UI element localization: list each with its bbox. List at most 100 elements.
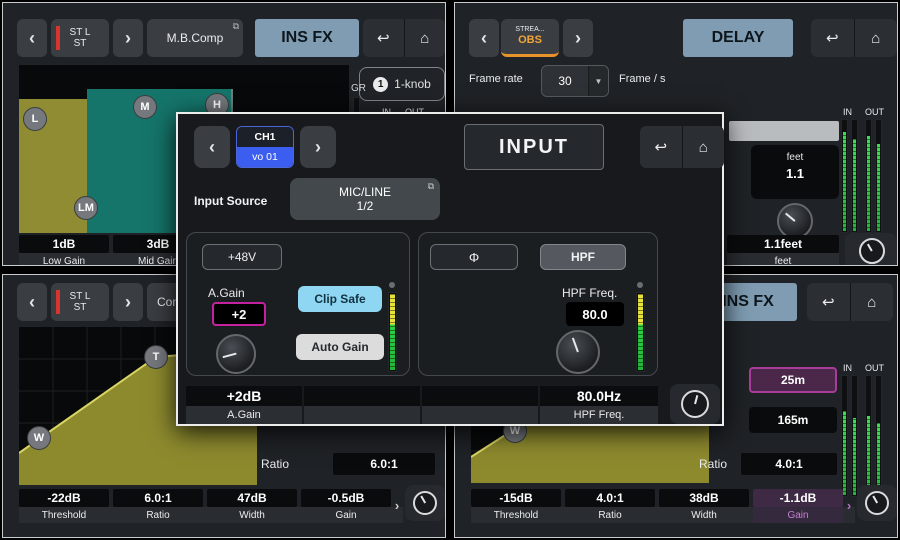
hpf-freq-value-box[interactable]: 80.0 (566, 302, 624, 326)
chevron-left-icon: ‹ (481, 28, 487, 49)
channel-select-button[interactable]: ST L ST (51, 19, 109, 57)
ratio-footer-label: Ratio (113, 507, 203, 523)
hpf-freq-knob[interactable] (556, 330, 600, 374)
next-channel-button[interactable]: › (113, 19, 143, 57)
frame-rate-value: 30 (542, 66, 588, 96)
one-knob-label: 1-knob (394, 77, 431, 91)
lowmid-band-handle[interactable]: LM (74, 196, 98, 220)
more-params-button[interactable]: › (843, 495, 855, 515)
delay-knob[interactable] (777, 203, 813, 239)
threshold-value[interactable]: -22dB (19, 489, 109, 507)
more-params-button[interactable]: › (391, 495, 403, 515)
next-channel-button[interactable]: › (113, 283, 143, 321)
home-button[interactable]: ⌂ (404, 19, 446, 57)
prev-channel-button[interactable]: ‹ (469, 19, 499, 57)
phantom-48v-button[interactable]: +48V (202, 244, 282, 270)
footer-section-2[interactable] (304, 386, 420, 424)
clip-indicator-left (389, 282, 395, 288)
gain-value[interactable]: -1.1dB (753, 489, 843, 507)
auto-gain-button[interactable]: Auto Gain (296, 334, 384, 360)
one-knob-button[interactable]: 1 1-knob (359, 67, 445, 101)
frame-rate-dropdown[interactable]: 30 ▼ (541, 65, 609, 97)
width-label: Width (207, 507, 297, 523)
again-value-box[interactable]: +2 (212, 302, 266, 326)
channel-name: STREA... (515, 26, 544, 34)
prev-channel-button[interactable]: ‹ (17, 283, 47, 321)
undo-button[interactable]: ↩ (811, 19, 854, 57)
mid-band-handle[interactable]: M (133, 95, 157, 119)
phase-button[interactable]: Φ (430, 244, 518, 270)
low-gain-value[interactable]: 1dB (19, 235, 109, 253)
out-meter-l (865, 375, 872, 497)
prev-channel-button[interactable]: ‹ (17, 19, 47, 57)
channel-select-button[interactable]: ST L ST (51, 283, 109, 321)
footer-section-again[interactable]: +2dB A.Gain (186, 386, 302, 424)
library-button[interactable]: M.B.Comp ⧉ (147, 19, 243, 57)
hpf-button[interactable]: HPF (540, 244, 626, 270)
ratio-label: Ratio (261, 457, 289, 471)
threshold-value[interactable]: -15dB (471, 489, 561, 507)
out-meter-r (875, 375, 882, 497)
footer-section-hpf[interactable]: 80.0Hz HPF Freq. (540, 386, 658, 424)
out-meter-r (875, 119, 882, 233)
delay-value-box[interactable]: feet 1.1 (751, 145, 839, 199)
channel-color-bar (56, 290, 60, 314)
hpf-meter (636, 292, 645, 372)
gain-value[interactable]: -0.5dB (301, 489, 391, 507)
ratio-value[interactable]: 6.0:1 (333, 453, 435, 475)
ratio-footer-value[interactable]: 6.0:1 (113, 489, 203, 507)
channel-name: vo 01 (237, 147, 293, 167)
undo-icon: ↩ (654, 138, 667, 156)
release-value-box[interactable]: 165m (749, 407, 837, 433)
clip-indicator-right (637, 282, 643, 288)
next-channel-button[interactable]: › (300, 126, 336, 168)
footer-again-value: +2dB (186, 386, 302, 406)
home-button[interactable]: ⌂ (682, 126, 725, 168)
footer-again-label: A.Gain (186, 406, 302, 424)
prev-channel-button[interactable]: ‹ (194, 126, 230, 168)
in-meter-l (841, 119, 848, 233)
ratio-footer-value[interactable]: 4.0:1 (565, 489, 655, 507)
channel-select-button[interactable]: STREA... OBS (501, 19, 559, 57)
frame-unit-label: Frame / s (619, 73, 665, 85)
channel-select-button[interactable]: CH1 vo 01 (236, 126, 294, 168)
undo-button[interactable]: ↩ (363, 19, 404, 57)
channel-name-2: ST (74, 302, 87, 314)
width-value[interactable]: 47dB (207, 489, 297, 507)
touch-turn-knob[interactable] (859, 238, 885, 264)
undo-button[interactable]: ↩ (640, 126, 682, 168)
nav-group: ↩ ⌂ (363, 19, 445, 57)
delay-slider-track[interactable] (729, 121, 839, 141)
attack-value-box[interactable]: 25m (749, 367, 837, 393)
footer-section-3[interactable] (422, 386, 538, 424)
delay-footer-value[interactable]: 1.1feet (727, 235, 839, 253)
chevron-left-icon: ‹ (29, 28, 35, 49)
channel-name-2: OBS (518, 34, 542, 47)
touch-turn-knob[interactable] (413, 491, 437, 515)
one-knob-icon: 1 (373, 77, 388, 92)
again-knob[interactable] (216, 334, 256, 374)
home-button[interactable]: ⌂ (850, 283, 894, 321)
in-meter-l (841, 375, 848, 497)
source-line1: MIC/LINE (339, 185, 391, 199)
undo-icon: ↩ (826, 29, 839, 47)
width-value[interactable]: 38dB (659, 489, 749, 507)
touch-turn-knob[interactable] (681, 390, 709, 418)
low-gain-label: Low Gain (19, 253, 109, 266)
page-title: DELAY (683, 19, 793, 57)
out-label: OUT (865, 363, 884, 373)
ratio-footer-label: Ratio (565, 507, 655, 523)
touch-turn-knob[interactable] (865, 491, 889, 515)
threshold-handle[interactable]: T (144, 345, 168, 369)
ratio-value[interactable]: 4.0:1 (741, 453, 837, 475)
undo-icon: ↩ (377, 29, 390, 47)
input-source-button[interactable]: MIC/LINE 1/2 ⧉ (290, 178, 440, 220)
home-button[interactable]: ⌂ (854, 19, 898, 57)
channel-color-bar (56, 26, 60, 50)
next-channel-button[interactable]: › (563, 19, 593, 57)
width-handle[interactable]: W (27, 426, 51, 450)
undo-button[interactable]: ↩ (807, 283, 850, 321)
clip-safe-button[interactable]: Clip Safe (298, 286, 382, 312)
touch-turn-tile (845, 233, 897, 266)
low-band-handle[interactable]: L (23, 107, 47, 131)
